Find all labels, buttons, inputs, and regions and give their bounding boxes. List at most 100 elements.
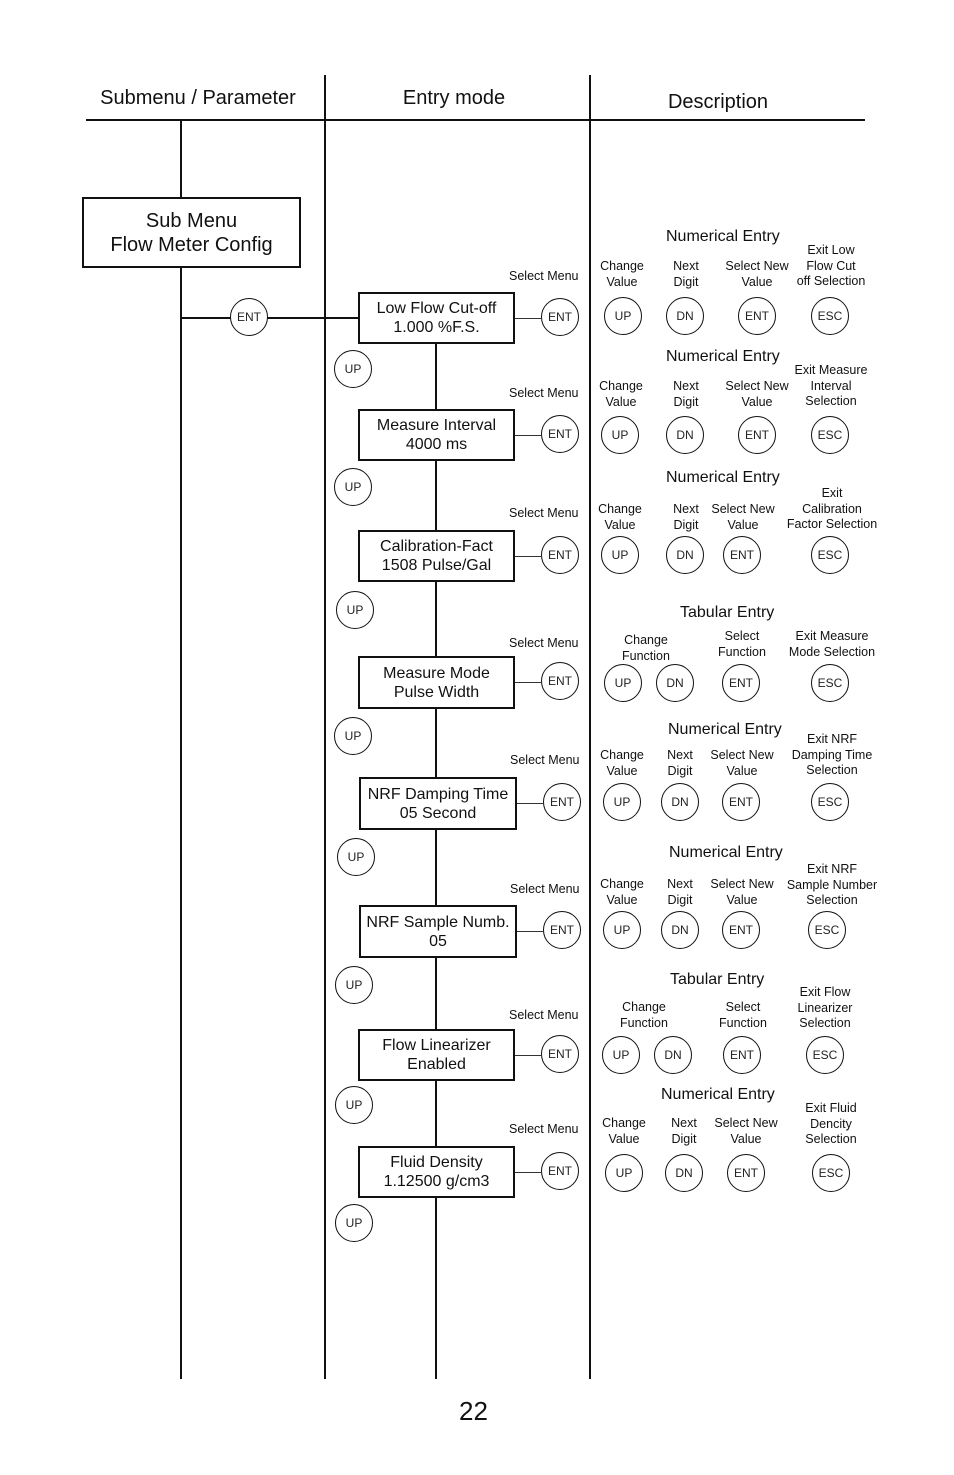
- parameter-value: 1508 Pulse/Gal: [381, 557, 492, 574]
- parameter-spine-line: [435, 343, 437, 1379]
- up-key-button[interactable]: UP: [603, 783, 641, 821]
- select-menu-ent-button[interactable]: ENT: [541, 536, 579, 574]
- parameter-value: Pulse Width: [393, 683, 480, 701]
- select-connector-line: [515, 435, 541, 436]
- up-key-button[interactable]: UP: [605, 1154, 643, 1192]
- enter-key-button[interactable]: ENT: [722, 664, 760, 702]
- down-key-button[interactable]: DN: [666, 536, 704, 574]
- down-key-button[interactable]: DN: [661, 783, 699, 821]
- escape-key-button[interactable]: ESC: [812, 1154, 850, 1192]
- select-menu-ent-button[interactable]: ENT: [541, 298, 579, 336]
- escape-key-button[interactable]: ESC: [806, 1036, 844, 1074]
- select-menu-label: Select Menu: [509, 1008, 579, 1022]
- entry-mode-title: Numerical Entry: [666, 228, 780, 245]
- enter-connector-line: [180, 317, 360, 319]
- parameter-box[interactable]: Measure Interval 4000 ms: [358, 409, 515, 461]
- parameter-name: NRF Damping Time: [367, 785, 509, 803]
- select-connector-line: [515, 556, 541, 557]
- select-menu-ent-button[interactable]: ENT: [543, 783, 581, 821]
- key-description-label: Exit Measure Interval Selection: [794, 363, 868, 408]
- escape-key-button[interactable]: ESC: [811, 783, 849, 821]
- select-menu-ent-button[interactable]: ENT: [541, 1035, 579, 1073]
- select-connector-line: [515, 1172, 541, 1173]
- next-parameter-up-button[interactable]: UP: [336, 591, 374, 629]
- parameter-box[interactable]: NRF Sample Numb. 05: [359, 905, 517, 958]
- parameter-value: 4000 ms: [405, 436, 468, 453]
- parameter-name: Measure Interval: [376, 417, 497, 434]
- down-key-button[interactable]: DN: [666, 297, 704, 335]
- enter-key-button[interactable]: ENT: [722, 783, 760, 821]
- key-description-label: Exit Calibration Factor Selection: [786, 486, 878, 531]
- next-parameter-up-button[interactable]: UP: [337, 838, 375, 876]
- next-parameter-up-button[interactable]: UP: [335, 1086, 373, 1124]
- select-connector-line: [515, 318, 541, 319]
- enter-key-button[interactable]: ENT: [723, 536, 761, 574]
- key-description-label: Exit Flow Linearizer Selection: [797, 985, 853, 1030]
- up-key-button[interactable]: UP: [604, 664, 642, 702]
- enter-key-button[interactable]: ENT: [738, 297, 776, 335]
- parameter-name: Fluid Density: [390, 1154, 483, 1171]
- header-description: Description: [667, 91, 769, 113]
- enter-key-button[interactable]: ENT: [723, 1036, 761, 1074]
- select-menu-ent-button[interactable]: ENT: [543, 911, 581, 949]
- next-parameter-up-button[interactable]: UP: [335, 1204, 373, 1242]
- key-description-label: Exit Fluid Dencity Selection: [805, 1101, 857, 1146]
- escape-key-button[interactable]: ESC: [808, 911, 846, 949]
- enter-key-button[interactable]: ENT: [738, 416, 776, 454]
- down-key-button[interactable]: DN: [665, 1154, 703, 1192]
- page-number: 22: [459, 1396, 488, 1426]
- next-parameter-up-button[interactable]: UP: [335, 966, 373, 1004]
- escape-key-button[interactable]: ESC: [811, 536, 849, 574]
- down-key-button[interactable]: DN: [654, 1036, 692, 1074]
- select-connector-line: [515, 1055, 541, 1056]
- entry-mode-title: Numerical Entry: [669, 844, 783, 861]
- parameter-box[interactable]: Low Flow Cut-off 1.000 %F.S.: [358, 292, 515, 344]
- parameter-value: 05: [429, 932, 447, 950]
- parameter-box[interactable]: Fluid Density 1.12500 g/cm3: [358, 1146, 515, 1198]
- up-key-button[interactable]: UP: [601, 416, 639, 454]
- select-menu-ent-button[interactable]: ENT: [541, 415, 579, 453]
- key-description-label: Exit NRF Sample Number Selection: [786, 862, 878, 907]
- select-connector-line: [517, 931, 543, 932]
- parameter-name: Measure Mode: [383, 664, 490, 682]
- select-connector-line: [515, 682, 541, 683]
- parameter-box[interactable]: Flow Linearizer Enabled: [358, 1029, 515, 1081]
- parameter-value: Enabled: [407, 1056, 466, 1073]
- escape-key-button[interactable]: ESC: [811, 664, 849, 702]
- down-key-button[interactable]: DN: [656, 664, 694, 702]
- next-parameter-up-button[interactable]: UP: [334, 468, 372, 506]
- column-divider-1: [324, 75, 326, 1379]
- parameter-box[interactable]: NRF Damping Time 05 Second: [359, 777, 517, 830]
- key-description-label: Exit Measure Mode Selection: [788, 629, 876, 659]
- header-entry-mode: Entry mode: [402, 87, 506, 109]
- parameter-box[interactable]: Measure Mode Pulse Width: [358, 656, 515, 709]
- enter-key-button[interactable]: ENT: [722, 911, 760, 949]
- up-key-button[interactable]: UP: [602, 1036, 640, 1074]
- enter-submenu-button[interactable]: ENT: [230, 298, 268, 336]
- next-parameter-up-button[interactable]: UP: [334, 350, 372, 388]
- submenu-box[interactable]: Sub Menu Flow Meter Config: [82, 197, 301, 268]
- next-parameter-up-button[interactable]: UP: [334, 717, 372, 755]
- select-menu-ent-button[interactable]: ENT: [541, 1152, 579, 1190]
- up-key-button[interactable]: UP: [601, 536, 639, 574]
- submenu-trunk-line: [180, 120, 182, 1379]
- down-key-button[interactable]: DN: [661, 911, 699, 949]
- parameter-name: Flow Linearizer: [382, 1037, 491, 1054]
- key-description-label: Exit Low Flow Cut off Selection: [796, 243, 866, 288]
- escape-key-button[interactable]: ESC: [811, 297, 849, 335]
- submenu-title: Sub Menu: [145, 209, 238, 232]
- up-key-button[interactable]: UP: [603, 911, 641, 949]
- parameter-box[interactable]: Calibration-Fact 1508 Pulse/Gal: [358, 530, 515, 582]
- entry-mode-title: Numerical Entry: [666, 348, 780, 365]
- parameter-value: 1.12500 g/cm3: [383, 1173, 490, 1190]
- escape-key-button[interactable]: ESC: [811, 416, 849, 454]
- down-key-button[interactable]: DN: [666, 416, 704, 454]
- key-description-label: Exit NRF Damping Time Selection: [791, 732, 873, 777]
- parameter-name: Low Flow Cut-off: [376, 300, 497, 317]
- entry-mode-title: Numerical Entry: [668, 721, 782, 738]
- enter-key-button[interactable]: ENT: [727, 1154, 765, 1192]
- select-menu-ent-button[interactable]: ENT: [541, 662, 579, 700]
- entry-mode-title: Numerical Entry: [666, 469, 780, 486]
- up-key-button[interactable]: UP: [604, 297, 642, 335]
- parameter-value: 1.000 %F.S.: [393, 319, 480, 336]
